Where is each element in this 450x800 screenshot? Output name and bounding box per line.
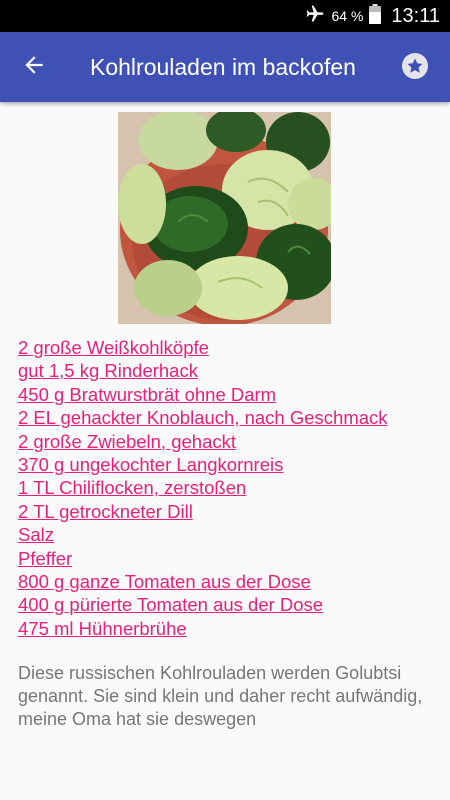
ingredient-item: 400 g pürierte Tomaten aus der Dose [18,593,438,616]
ingredient-item: gut 1,5 kg Rinderhack [18,359,438,382]
recipe-photo [118,112,331,324]
clock: 13:11 [391,4,440,27]
ingredient-link[interactable]: 475 ml Hühnerbrühe [18,618,187,639]
ingredient-item: 475 ml Hühnerbrühe [18,617,438,640]
ingredient-item: 2 EL gehackter Knoblauch, nach Geschmack [18,406,438,429]
ingredient-list: 2 große Weißkohlköpfe gut 1,5 kg Rinderha… [18,336,438,640]
back-button[interactable] [18,51,50,83]
ingredient-link[interactable]: 800 g ganze Tomaten aus der Dose [18,571,311,592]
star-icon [401,53,429,84]
ingredient-item: 370 g ungekochter Langkornreis [18,453,438,476]
ingredient-link[interactable]: 1 TL Chiliflocken, zerstoßen [18,477,246,498]
airplane-mode-icon [304,4,326,29]
ingredient-link[interactable]: Salz [18,524,54,545]
ingredient-link[interactable]: Pfeffer [18,548,72,569]
ingredient-item: 1 TL Chiliflocken, zerstoßen [18,476,438,499]
ingredient-link[interactable]: 2 TL getrockneter Dill [18,501,193,522]
ingredient-item: 2 große Zwiebeln, gehackt [18,430,438,453]
battery-percent: 64 % [331,8,364,24]
ingredient-link[interactable]: gut 1,5 kg Rinderhack [18,360,198,381]
status-bar: 64 % 13:11 [0,0,450,32]
arrow-back-icon [21,52,47,83]
ingredient-link[interactable]: 400 g pürierte Tomaten aus der Dose [18,594,323,615]
ingredient-link[interactable]: 450 g Bratwurstbrät ohne Darm [18,384,276,405]
favorite-button[interactable] [401,52,429,80]
page-title: Kohlrouladen im backofen [90,54,356,80]
ingredient-link[interactable]: 370 g ungekochter Langkornreis [18,454,283,475]
ingredient-item: 2 TL getrockneter Dill [18,500,438,523]
battery-icon [369,3,382,29]
ingredient-item: Pfeffer [18,547,438,570]
ingredient-item: 2 große Weißkohlköpfe [18,336,438,359]
ingredient-link[interactable]: 2 EL gehackter Knoblauch, nach Geschmack [18,407,388,428]
ingredient-item: Salz [18,523,438,546]
app-bar: Kohlrouladen im backofen [0,32,450,102]
ingredient-item: 800 g ganze Tomaten aus der Dose [18,570,438,593]
ingredient-item: 450 g Bratwurstbrät ohne Darm [18,383,438,406]
ingredient-link[interactable]: 2 große Zwiebeln, gehackt [18,431,236,452]
recipe-description: Diese russischen Kohlrouladen werden Gol… [18,663,423,729]
ingredient-link[interactable]: 2 große Weißkohlköpfe [18,337,209,358]
